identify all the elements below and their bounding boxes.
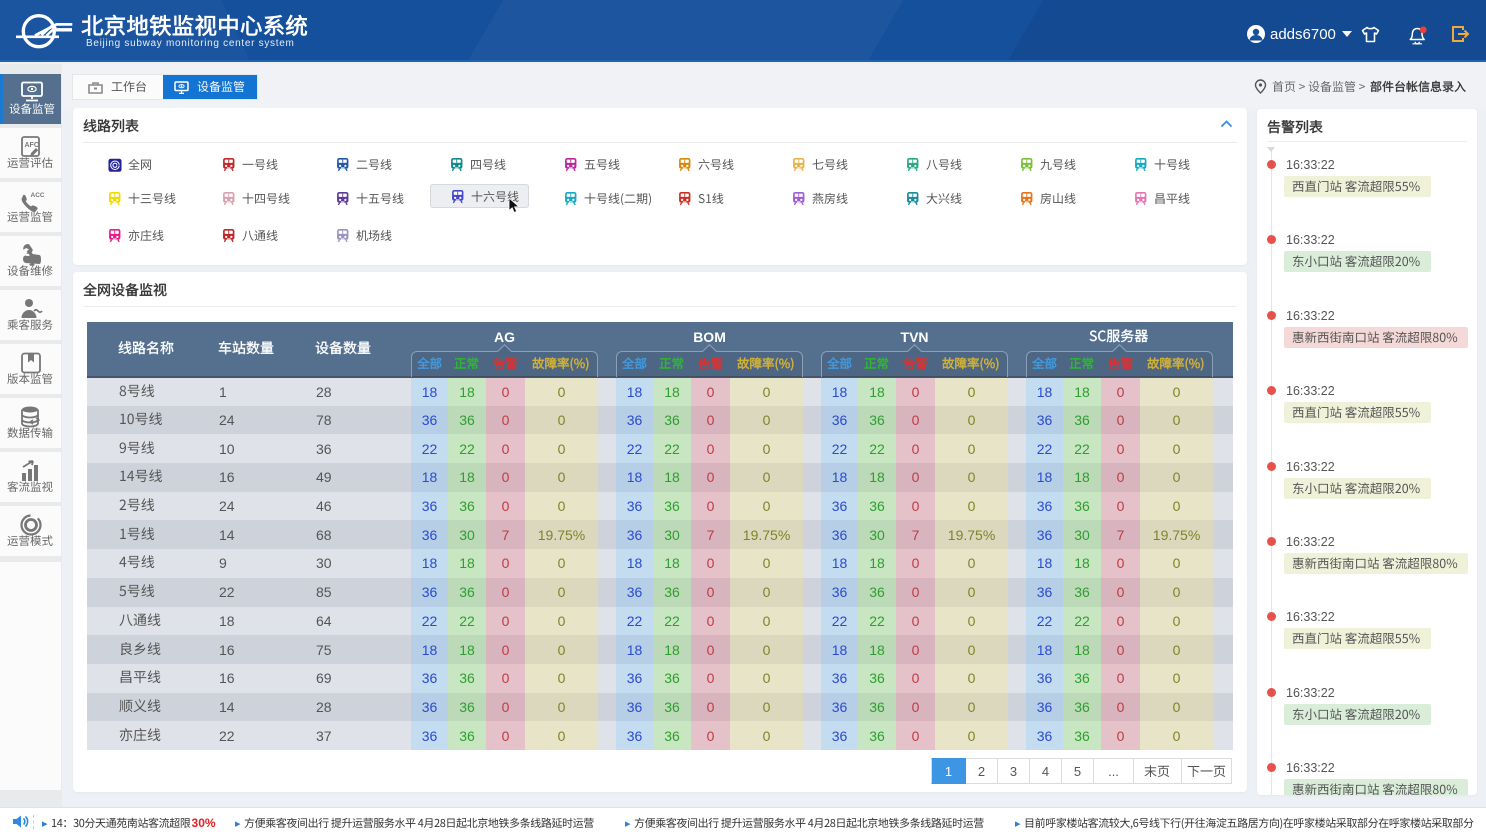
svg-text:ACC: ACC	[30, 192, 44, 199]
svg-text:AFC: AFC	[24, 142, 38, 149]
